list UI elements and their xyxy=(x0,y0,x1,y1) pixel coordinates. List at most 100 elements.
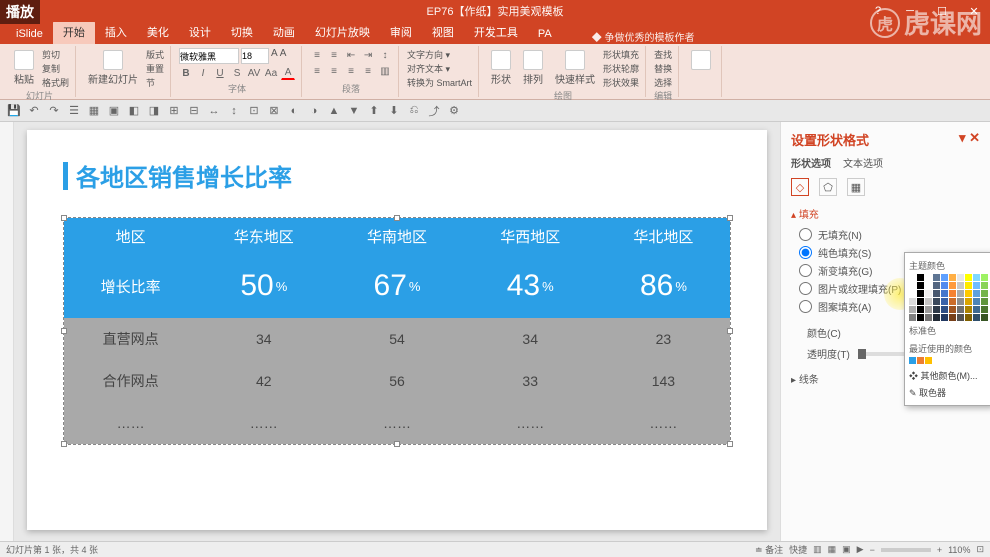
theme-color-grid[interactable] xyxy=(909,274,987,321)
qat-icon[interactable]: ⚙ xyxy=(446,103,462,119)
numbering-icon[interactable]: ≡ xyxy=(327,48,341,62)
qat-icon[interactable]: ⊠ xyxy=(266,103,282,119)
font-color-icon[interactable]: A xyxy=(281,66,295,80)
tab-design[interactable]: 设计 xyxy=(179,20,221,44)
radio-no-fill[interactable]: 无填充(N) xyxy=(799,227,980,242)
shapes-button[interactable]: 形状 xyxy=(487,48,515,88)
qat-icon[interactable]: ⎌ xyxy=(406,103,422,119)
shape-outline-button[interactable]: 形状轮廓 xyxy=(603,62,639,75)
tab-slideshow[interactable]: 幻灯片放映 xyxy=(305,20,380,44)
italic-icon[interactable]: I xyxy=(196,66,210,80)
tab-home[interactable]: 开始 xyxy=(53,20,95,44)
qat-icon[interactable]: ⊞ xyxy=(166,103,182,119)
extra-button[interactable]: 快捷 xyxy=(789,543,807,556)
pane-tab-shape[interactable]: 形状选项 xyxy=(791,155,831,170)
tab-beautify[interactable]: 美化 xyxy=(137,20,179,44)
qat-icon[interactable]: ↕ xyxy=(226,103,242,119)
zoom-in-icon[interactable]: + xyxy=(937,545,942,555)
tab-view[interactable]: 视图 xyxy=(422,20,464,44)
bullets-icon[interactable]: ≡ xyxy=(310,48,324,62)
smartart-button[interactable]: 转换为 SmartArt xyxy=(407,76,472,89)
tab-review[interactable]: 审阅 xyxy=(380,20,422,44)
shape-effects-button[interactable]: 形状效果 xyxy=(603,76,639,89)
arrange-button[interactable]: 排列 xyxy=(519,48,547,88)
font-size-input[interactable] xyxy=(241,48,269,64)
undo-icon[interactable]: ↶ xyxy=(26,103,42,119)
quick-style-button[interactable]: 快速样式 xyxy=(551,48,599,88)
tab-animation[interactable]: 动画 xyxy=(263,20,305,44)
reading-view-icon[interactable]: ▣ xyxy=(842,544,851,555)
tab-transition[interactable]: 切换 xyxy=(221,20,263,44)
select-button[interactable]: 选择 xyxy=(654,76,672,89)
zoom-slider[interactable] xyxy=(881,548,931,552)
zoom-value[interactable]: 110% xyxy=(948,545,970,555)
columns-icon[interactable]: ▥ xyxy=(378,64,392,78)
qat-icon[interactable]: ⬆ xyxy=(366,103,382,119)
align-right-icon[interactable]: ≡ xyxy=(344,64,358,78)
replace-button[interactable]: 替换 xyxy=(654,62,672,75)
eyedropper-button[interactable]: ✎ 取色器 xyxy=(909,384,987,401)
zoom-out-icon[interactable]: − xyxy=(870,545,875,555)
qat-icon[interactable]: ⊡ xyxy=(246,103,262,119)
section-button[interactable]: 节 xyxy=(146,76,164,89)
align-center-icon[interactable]: ≡ xyxy=(327,64,341,78)
qat-icon[interactable]: ▼ xyxy=(346,103,362,119)
maximize-icon[interactable]: ☐ xyxy=(926,0,958,22)
size-props-icon[interactable]: ▦ xyxy=(847,178,865,196)
text-direction-button[interactable]: 文字方向 ▾ xyxy=(407,48,472,61)
data-table[interactable]: 地区 华东地区 华南地区 华西地区 华北地区 增长比率 50% 67% 43% … xyxy=(63,217,731,445)
qat-icon[interactable]: ▦ xyxy=(86,103,102,119)
align-left-icon[interactable]: ≡ xyxy=(310,64,324,78)
recent-colors[interactable] xyxy=(909,357,987,364)
qat-icon[interactable]: ↔ xyxy=(206,103,222,119)
qat-icon[interactable]: ◨ xyxy=(146,103,162,119)
tab-dev[interactable]: 开发工具 xyxy=(464,20,528,44)
save-icon[interactable]: 💾 xyxy=(6,103,22,119)
qat-icon[interactable]: ⬇ xyxy=(386,103,402,119)
ribbon-message[interactable]: ◆ 争做优秀的模板作者 xyxy=(592,29,695,44)
format-painter-button[interactable]: 格式刷 xyxy=(42,76,69,89)
pane-tab-text[interactable]: 文本选项 xyxy=(843,155,883,170)
fill-section-header[interactable]: ▴ 填充 xyxy=(791,206,980,221)
line-spacing-icon[interactable]: ↕ xyxy=(378,48,392,62)
slide-canvas[interactable]: 各地区销售增长比率 地区 华东地区 华南地区 华西地区 华北地区 增长比率 50… xyxy=(14,122,780,541)
justify-icon[interactable]: ≡ xyxy=(361,64,375,78)
tab-insert[interactable]: 插入 xyxy=(95,20,137,44)
redo-icon[interactable]: ↷ xyxy=(46,103,62,119)
indent-inc-icon[interactable]: ⇥ xyxy=(361,48,375,62)
grow-font-icon[interactable]: A xyxy=(271,48,278,64)
reset-button[interactable]: 重置 xyxy=(146,62,164,75)
notes-button[interactable]: ≐ 备注 xyxy=(755,543,783,556)
normal-view-icon[interactable]: ▥ xyxy=(813,544,822,555)
qat-icon[interactable]: ◧ xyxy=(126,103,142,119)
shrink-font-icon[interactable]: A xyxy=(280,48,287,64)
copy-button[interactable]: 复制 xyxy=(42,62,69,75)
new-slide-button[interactable]: 新建幻灯片 xyxy=(84,48,142,88)
font-name-input[interactable] xyxy=(179,48,239,64)
minimize-icon[interactable]: ─ xyxy=(894,0,926,22)
qat-icon[interactable]: ◐ xyxy=(286,103,302,119)
qat-icon[interactable]: ⊟ xyxy=(186,103,202,119)
align-text-button[interactable]: 对齐文本 ▾ xyxy=(407,62,472,75)
indent-dec-icon[interactable]: ⇤ xyxy=(344,48,358,62)
layout-button[interactable]: 版式 xyxy=(146,48,164,61)
qat-icon[interactable]: ☰ xyxy=(66,103,82,119)
sorter-view-icon[interactable]: ▦ xyxy=(828,544,837,555)
slideshow-view-icon[interactable]: ▶ xyxy=(857,544,864,555)
spacing-icon[interactable]: Aa xyxy=(264,66,278,80)
effects-icon[interactable]: ⬠ xyxy=(819,178,837,196)
find-button[interactable]: 查找 xyxy=(654,48,672,61)
pane-close-icon[interactable]: ▾ ✕ xyxy=(959,130,980,149)
close-icon[interactable]: ✕ xyxy=(958,0,990,22)
fill-line-icon[interactable]: ◇ xyxy=(791,178,809,196)
tab-islide[interactable]: iSlide xyxy=(6,24,53,44)
extra-button[interactable] xyxy=(687,48,715,72)
paste-button[interactable]: 粘贴 xyxy=(10,48,38,88)
underline-icon[interactable]: U xyxy=(213,66,227,80)
tab-pa[interactable]: PA xyxy=(528,24,562,44)
strike-icon[interactable]: S xyxy=(230,66,244,80)
qat-icon[interactable]: ▲ xyxy=(326,103,342,119)
qat-icon[interactable]: ⤴ xyxy=(426,103,442,119)
shape-fill-button[interactable]: 形状填充 xyxy=(603,48,639,61)
more-colors-button[interactable]: ❖ 其他颜色(M)... xyxy=(909,367,987,384)
